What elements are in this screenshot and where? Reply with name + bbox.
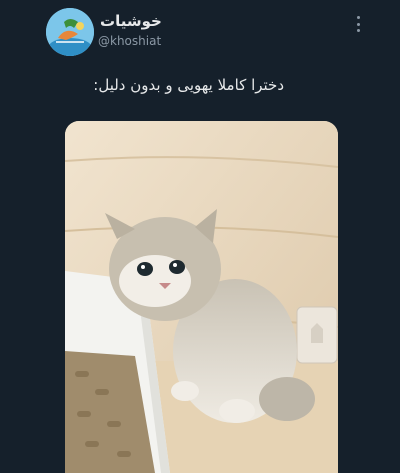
tweet-media[interactable] [65,121,338,473]
author-handle[interactable]: @khoshiat [98,34,161,48]
dot [356,16,360,19]
profile-avatar-icon[interactable] [46,8,94,56]
author-name[interactable]: خوشیات [100,12,162,30]
more-options-icon[interactable] [350,14,366,34]
kitten-photo [65,121,338,473]
tweet-text: دخترا کاملا یهویی و بدون دلیل: [93,76,284,94]
tweet-header: خوشیات @khoshiat [0,0,400,60]
dot [356,22,360,26]
dot [356,29,360,32]
